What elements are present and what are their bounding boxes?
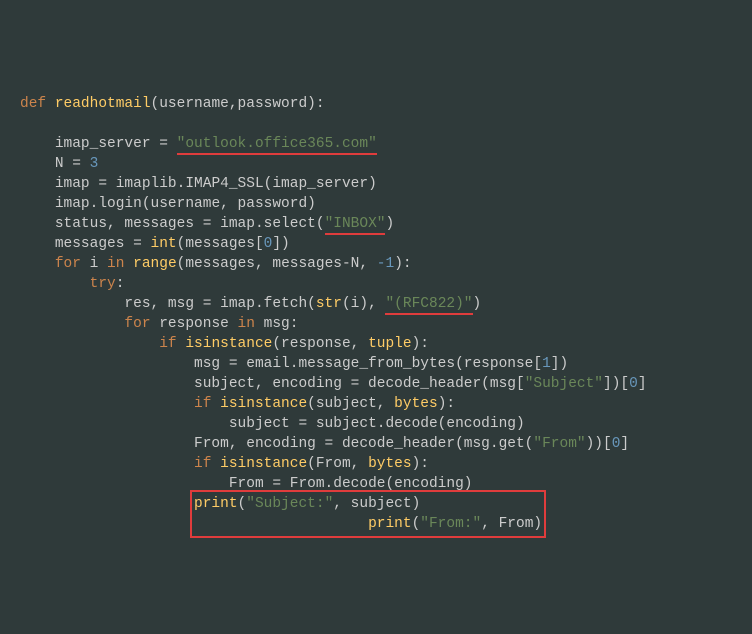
messages-int-pre: messages =	[55, 236, 151, 252]
status-assign-close: )	[385, 216, 394, 232]
range-close: ):	[394, 256, 411, 272]
try-colon: :	[116, 276, 125, 292]
subject-key: "Subject"	[525, 376, 603, 392]
bytes-fn-1: bytes	[394, 396, 438, 412]
bytes-fn-2: bytes	[368, 456, 412, 472]
kw-def: def	[20, 96, 46, 112]
isinstance-fn-3: isinstance	[211, 456, 307, 472]
imap-login: imap.login(username, password)	[55, 196, 316, 212]
status-assign-lhs: status, messages = imap.select(	[55, 216, 325, 232]
res-assign-mid: (i),	[342, 296, 386, 312]
one-idx: 1	[542, 356, 551, 372]
from-assign-end: ]	[620, 436, 629, 452]
str-fn: str	[316, 296, 342, 312]
isinstance-fn-1: isinstance	[177, 336, 273, 352]
int-fn: int	[151, 236, 177, 252]
kw-if2: if	[194, 396, 211, 412]
print1-str: "Subject:"	[246, 496, 333, 512]
res-assign-lhs: res, msg = imap.fetch(	[124, 296, 315, 312]
imap-assign: imap = imaplib.IMAP4_SSL(imap_server)	[55, 176, 377, 192]
print2-rest: , From)	[481, 516, 542, 532]
n-value: 3	[90, 156, 99, 172]
isinstance2-args: (subject,	[307, 396, 394, 412]
zero-idx-2: 0	[629, 376, 638, 392]
n-assign-lhs: N =	[55, 156, 90, 172]
kw-for1: for	[55, 256, 81, 272]
from-assign-close: ))[	[586, 436, 612, 452]
isinstance2-close: ):	[438, 396, 455, 412]
isinstance1-close: ):	[412, 336, 429, 352]
print-fn-1: print	[194, 496, 238, 512]
messages-int-args: (messages[	[177, 236, 264, 252]
for1-var: i	[81, 256, 107, 272]
from-assign-lhs: From, encoding = decode_header(msg.get(	[194, 436, 533, 452]
print2-open: (	[412, 516, 421, 532]
isinstance1-args: (response,	[272, 336, 368, 352]
imap-server-string: "outlook.office365.com"	[177, 136, 377, 155]
range-open: (messages, messages-N,	[177, 256, 377, 272]
isinstance3-args: (From,	[307, 456, 368, 472]
range-fn: range	[124, 256, 176, 272]
subj-assign-end: ]	[638, 376, 647, 392]
msg-assign-close: ])	[551, 356, 568, 372]
isinstance3-close: ):	[412, 456, 429, 472]
from-decode: From = From.decode(encoding)	[229, 476, 473, 492]
for2-rhs: msg:	[255, 316, 299, 332]
rfc-string: "(RFC822)"	[385, 296, 472, 315]
inbox-string: "INBOX"	[325, 216, 386, 235]
messages-int-close: ])	[272, 236, 289, 252]
kw-if3: if	[194, 456, 211, 472]
subj-assign-lhs: subject, encoding = decode_header(msg[	[194, 376, 525, 392]
kw-in2: in	[238, 316, 255, 332]
params: (username,password):	[151, 96, 325, 112]
imap-server-assign: imap_server =	[55, 136, 177, 152]
print-box-annotation: print("Subject:", subject) print("From:"…	[194, 494, 542, 534]
kw-in1: in	[107, 256, 124, 272]
for2-var: response	[151, 316, 238, 332]
print1-open: (	[238, 496, 247, 512]
neg-one: -1	[377, 256, 394, 272]
subj-decode: subject = subject.decode(encoding)	[229, 416, 525, 432]
code-block: def readhotmail(username,password): imap…	[20, 94, 732, 534]
kw-for2: for	[124, 316, 150, 332]
msg-assign: msg = email.message_from_bytes(response[	[194, 356, 542, 372]
from-key: "From"	[533, 436, 585, 452]
res-assign-close: )	[473, 296, 482, 312]
print2-str: "From:"	[420, 516, 481, 532]
print1-rest: , subject)	[333, 496, 420, 512]
kw-if1: if	[159, 336, 176, 352]
tuple-fn: tuple	[368, 336, 412, 352]
kw-try: try	[90, 276, 116, 292]
subj-assign-close: ])[	[603, 376, 629, 392]
function-name: readhotmail	[55, 96, 151, 112]
print-fn-2: print	[368, 516, 412, 532]
isinstance-fn-2: isinstance	[211, 396, 307, 412]
